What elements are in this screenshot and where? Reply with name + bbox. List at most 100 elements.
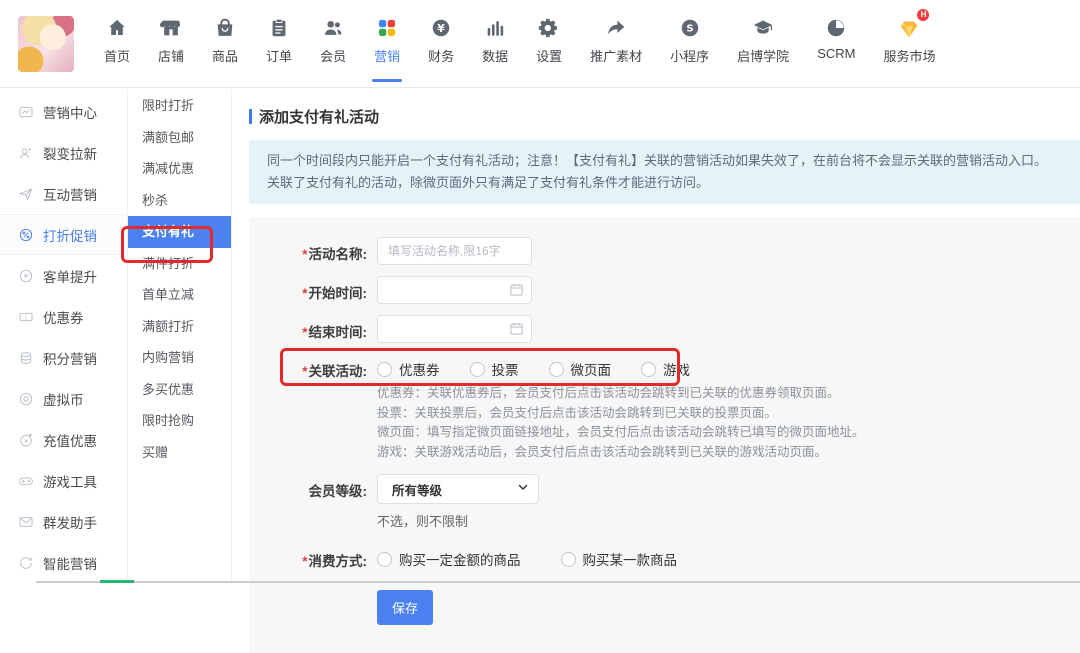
calendar-icon[interactable] [509, 282, 524, 302]
nav-label: 会员 [320, 46, 346, 65]
radio-option-game[interactable]: 游戏 [641, 359, 690, 379]
submenu-item-buy-gift[interactable]: 买赠 [128, 437, 231, 469]
nav-item-scrm[interactable]: SCRM [803, 15, 869, 61]
data-icon [484, 15, 506, 41]
notice-line: 关联了支付有礼的活动，除微页面外只有满足了支付有礼条件才能进行访问。 [267, 172, 1062, 194]
top-navigation-bar: 首页 店铺 商品 订单 [0, 0, 1080, 88]
nav-label: 设置 [536, 46, 562, 65]
nav-item-promo-material[interactable]: 推广素材 [576, 15, 656, 65]
sidebar-item-virtual-coin[interactable]: 虚拟币 [0, 378, 127, 419]
form-row-start-time: *开始时间: [249, 276, 1080, 304]
sidebar-item-label: 智能营销 [43, 553, 97, 573]
nav-item-academy[interactable]: 启博学院 [723, 15, 803, 65]
help-line: 微页面：填写指定微页面链接地址，会员支付后点击该活动会跳转已填写的微页面地址。 [377, 423, 1080, 443]
sidebar-item-fission[interactable]: 裂变拉新 [0, 132, 127, 173]
game-tools-icon [17, 472, 34, 489]
submenu-item-internal-purchase[interactable]: 内购营销 [128, 342, 231, 374]
members-icon [322, 15, 344, 41]
radio-label: 购买一定金额的商品 [399, 549, 521, 569]
order-boost-icon: ¥ [17, 267, 34, 284]
sidebar-item-label: 充值优惠 [43, 430, 97, 450]
sidebar-item-coupon[interactable]: 优惠券 [0, 296, 127, 337]
radio-circle[interactable] [549, 362, 564, 377]
sidebar-item-label: 积分营销 [43, 348, 97, 368]
sidebar-menu: 营销中心 裂变拉新 互动营销 打折促销 ¥ 客单提升 [0, 89, 128, 583]
sidebar-item-label: 裂变拉新 [43, 143, 97, 163]
submenu-item-amount-discount[interactable]: 满额打折 [128, 311, 231, 343]
sidebar-item-recharge[interactable]: ¥ 充值优惠 [0, 419, 127, 460]
orders-icon [268, 15, 290, 41]
nav-label: 数据 [482, 46, 508, 65]
finance-icon: ¥ [430, 15, 452, 41]
nav-item-shop[interactable]: 店铺 [144, 15, 198, 65]
service-market-badge: H [917, 9, 929, 21]
main-content: 添加支付有礼活动 同一个时间段内只能开启一个支付有礼活动；注意！【支付有礼】关联… [233, 89, 1080, 583]
radio-option-specific-goods[interactable]: 购买某一款商品 [561, 549, 678, 569]
calendar-icon[interactable] [509, 321, 524, 341]
nav-item-service-market[interactable]: H 服务市场 [869, 15, 949, 65]
page-title-row: 添加支付有礼活动 [249, 106, 1080, 127]
nav-label: 推广素材 [590, 46, 642, 65]
radio-circle[interactable] [470, 362, 485, 377]
radio-option-vote[interactable]: 投票 [470, 359, 519, 379]
radio-option-amount-goods[interactable]: 购买一定金额的商品 [377, 549, 521, 569]
form-row-related-activity: *关联活动: 优惠券 投票 微页面 [249, 354, 1080, 380]
sidebar-item-points-marketing[interactable]: 积分营销 [0, 337, 127, 378]
nav-item-home[interactable]: 首页 [90, 15, 144, 65]
nav-item-mini-program[interactable]: S 小程序 [656, 15, 723, 65]
sidebar-item-interactive-marketing[interactable]: 互动营销 [0, 173, 127, 214]
sidebar-item-label: 客单提升 [43, 266, 97, 286]
activity-name-input[interactable] [377, 237, 532, 265]
submenu-item-free-shipping[interactable]: 满额包邮 [128, 122, 231, 154]
nav-label: 订单 [266, 46, 292, 65]
sidebar-item-smart-marketing[interactable]: 智能营销 [0, 542, 127, 583]
nav-label: 商品 [212, 46, 238, 65]
submenu-item-quantity-discount[interactable]: 满件打折 [128, 248, 231, 280]
points-marketing-icon [17, 349, 34, 366]
nav-label: 财务 [428, 46, 454, 65]
marketing-icon [376, 15, 398, 41]
sidebar-item-marketing-center[interactable]: 营销中心 [0, 91, 127, 132]
store-avatar[interactable] [18, 16, 74, 72]
submenu-item-multi-buy[interactable]: 多买优惠 [128, 374, 231, 406]
coupon-icon [17, 308, 34, 325]
nav-item-data[interactable]: 数据 [468, 15, 522, 65]
nav-item-settings[interactable]: 设置 [522, 15, 576, 65]
sidebar-item-label: 互动营销 [43, 184, 97, 204]
member-level-select[interactable]: 所有等级 [377, 474, 539, 504]
submenu-item-limited-discount[interactable]: 限时打折 [128, 90, 231, 122]
radio-circle[interactable] [377, 552, 392, 567]
home-icon [106, 15, 128, 41]
recharge-icon: ¥ [17, 431, 34, 448]
radio-circle[interactable] [377, 362, 392, 377]
virtual-coin-icon [17, 390, 34, 407]
radio-option-micro-page[interactable]: 微页面 [549, 359, 612, 379]
nav-item-goods[interactable]: 商品 [198, 15, 252, 65]
form-row-activity-name: *活动名称: [249, 237, 1080, 265]
nav-item-marketing[interactable]: 营销 [360, 15, 414, 65]
radio-circle[interactable] [641, 362, 656, 377]
submenu-item-limited-rush[interactable]: 限时抢购 [128, 405, 231, 437]
sidebar-item-order-boost[interactable]: ¥ 客单提升 [0, 255, 127, 296]
marketing-center-icon [17, 103, 34, 120]
submenu-item-first-order[interactable]: 首单立减 [128, 279, 231, 311]
submenu-item-payment-gift[interactable]: 支付有礼 [128, 216, 231, 248]
sidebar-item-label: 营销中心 [43, 102, 97, 122]
sidebar-item-mass-message[interactable]: 群发助手 [0, 501, 127, 542]
form-row-end-time: *结束时间: [249, 315, 1080, 343]
settings-icon [538, 15, 560, 41]
submenu-item-flash-sale[interactable]: 秒杀 [128, 185, 231, 217]
sidebar-item-discount-promo[interactable]: 打折促销 [0, 214, 127, 255]
nav-label: 启博学院 [737, 46, 789, 65]
submenu-item-full-reduction[interactable]: 满减优惠 [128, 153, 231, 185]
nav-label: 服务市场 [883, 46, 935, 65]
radio-option-coupon[interactable]: 优惠券 [377, 359, 440, 379]
radio-circle[interactable] [561, 552, 576, 567]
sidebar-item-game-tools[interactable]: 游戏工具 [0, 460, 127, 501]
scrm-icon [825, 15, 847, 41]
save-button[interactable]: 保存 [377, 590, 433, 625]
nav-item-orders[interactable]: 订单 [252, 15, 306, 65]
nav-item-members[interactable]: 会员 [306, 15, 360, 65]
page-title: 添加支付有礼活动 [259, 106, 379, 127]
nav-item-finance[interactable]: ¥ 财务 [414, 15, 468, 65]
